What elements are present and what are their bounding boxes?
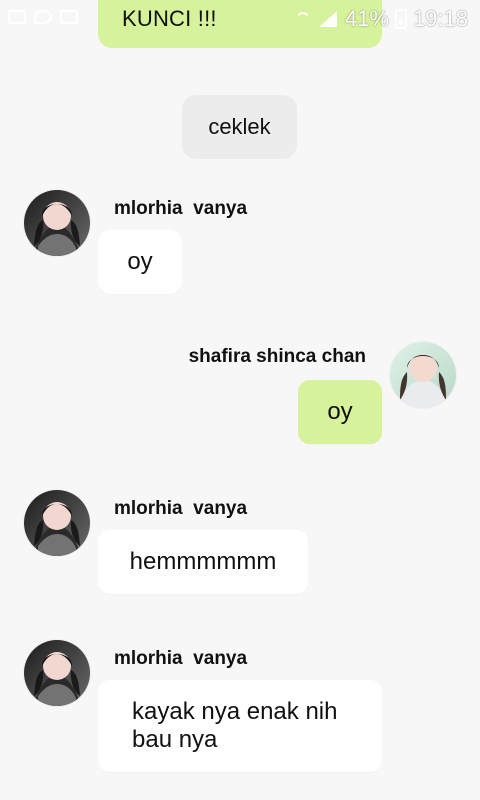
message-bubble[interactable]: kayak nya enak nih bau nya <box>98 680 382 772</box>
image-icon <box>8 10 26 24</box>
battery-percentage: 41% <box>344 6 389 31</box>
message-bubble[interactable]: oy <box>98 230 182 294</box>
sender-name: shafira shinca chan <box>188 346 366 367</box>
system-message-text: ceklek <box>208 114 271 139</box>
system-message: ceklek <box>182 95 297 159</box>
signal-icon <box>318 10 339 28</box>
sender-name: mlorhia vanya <box>114 498 248 519</box>
battery-icon <box>394 9 407 29</box>
avatar[interactable] <box>24 640 90 706</box>
status-left-icons <box>8 10 78 24</box>
sender-name: mlorhia vanya <box>114 198 248 219</box>
youtube-icon <box>60 10 78 24</box>
sender-name: mlorhia vanya <box>114 648 248 669</box>
chat-message: mlorhia vanya hemmmmmm <box>0 490 480 600</box>
message-bubble[interactable]: hemmmmmm <box>98 530 308 594</box>
chat-message: shafira shinca chan oy <box>0 340 480 450</box>
chat-icon <box>34 10 52 24</box>
message-text: oy <box>127 248 153 275</box>
status-right: 41% 19:18 <box>295 6 468 32</box>
message-bubble[interactable]: oy <box>298 380 382 444</box>
avatar[interactable] <box>24 190 90 256</box>
clock: 19:18 <box>412 6 468 31</box>
wifi-icon <box>295 10 313 28</box>
chat-message: mlorhia vanya oy <box>0 190 480 300</box>
chat-message: mlorhia vanya kayak nya enak nih bau nya <box>0 640 480 800</box>
message-text: hemmmmmm <box>129 548 277 575</box>
message-text: kayak nya enak nih bau nya <box>132 698 338 753</box>
status-bar: 41% 19:18 <box>0 0 480 36</box>
avatar[interactable] <box>24 490 90 556</box>
message-text: oy <box>327 398 353 425</box>
avatar[interactable] <box>390 342 456 408</box>
